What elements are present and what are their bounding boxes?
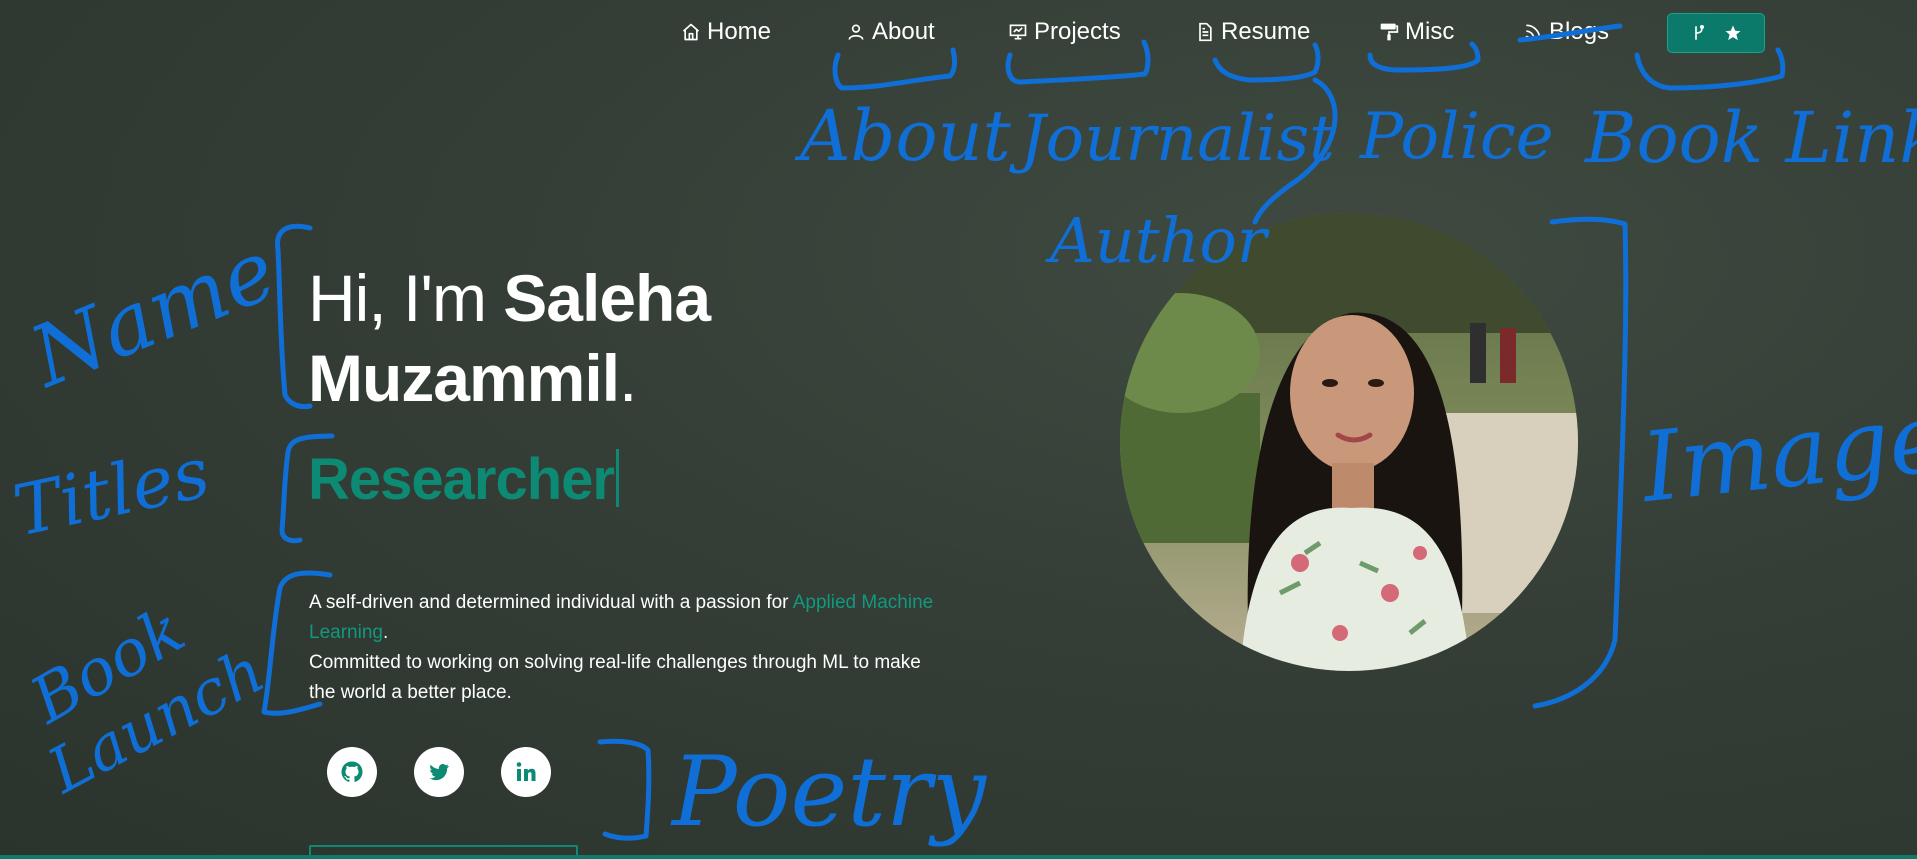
nav-misc-label: Misc [1405, 18, 1455, 45]
annotation-launch: Launch [35, 634, 276, 808]
handwritten-annotations: About Journalist Police Book Link Author… [7, 23, 1917, 848]
nav-resume-label: Resume [1221, 18, 1311, 45]
nav-resume[interactable]: Resume [1195, 16, 1310, 48]
annotation-about: About [794, 95, 1012, 177]
nav-blogs-label: Blogs [1549, 18, 1610, 45]
paint-roller-icon [1380, 23, 1399, 41]
bracket-book-link [1634, 47, 1786, 91]
hero-line-1: Hi, I'm Saleha [308, 258, 711, 338]
user-icon [848, 24, 864, 40]
bracket-about [832, 47, 958, 91]
nav-projects[interactable]: Projects [1008, 16, 1121, 48]
star-icon [1725, 25, 1741, 41]
bracket-poetry [597, 738, 652, 841]
bracket-name [274, 223, 313, 410]
top-navbar: Home About Projects Resume Misc Blogs [0, 10, 1917, 54]
annotation-name: Name [16, 220, 289, 406]
linkedin-icon [516, 762, 536, 781]
bracket-author-arrow [1252, 77, 1338, 225]
linkedin-link[interactable] [501, 747, 551, 797]
home-icon [682, 23, 700, 41]
bio-line2: Committed to working on solving real-lif… [309, 652, 921, 703]
nav-projects-label: Projects [1034, 18, 1121, 45]
github-star-button[interactable] [1667, 13, 1765, 53]
hero-period: . [619, 341, 637, 415]
typing-caret [616, 449, 619, 507]
profile-photo [1120, 213, 1578, 671]
nav-misc[interactable]: Misc [1379, 16, 1454, 48]
nav-blogs[interactable]: Blogs [1523, 16, 1609, 48]
twitter-icon [429, 764, 449, 781]
hero-heading: Hi, I'm Saleha Muzammil. [308, 258, 711, 418]
annotation-poetry: Poetry [670, 736, 988, 848]
annotation-police: Police [1359, 100, 1554, 174]
document-icon [1199, 22, 1212, 42]
role-text: Researcher [308, 447, 615, 512]
twitter-link[interactable] [414, 747, 464, 797]
bio-paragraph: A self-driven and determined individual … [309, 588, 949, 708]
hero-line-2: Muzammil. [308, 338, 710, 418]
nav-home-label: Home [707, 18, 772, 45]
annotation-image: Image [1635, 381, 1917, 524]
bottom-accent-bar [0, 855, 1917, 859]
github-icon [341, 761, 363, 782]
typewriter-role: Researcher [308, 446, 619, 513]
nav-about[interactable]: About [846, 16, 935, 48]
git-fork-icon [1695, 24, 1705, 40]
nav-about-label: About [872, 18, 935, 45]
hero-greeting: Hi, I'm [308, 261, 504, 335]
annotation-book: Book [18, 593, 197, 739]
annotation-book-link: Book Link [1583, 97, 1917, 179]
nav-home[interactable]: Home [681, 16, 771, 48]
bio-line1-prefix: A self-driven and determined individual … [309, 592, 793, 613]
github-link[interactable] [327, 747, 377, 797]
rss-icon [1525, 24, 1541, 40]
social-links [327, 747, 551, 797]
annotation-titles: Titles [7, 431, 217, 552]
annotation-journalist: Journalist [1009, 102, 1335, 176]
bio-line1-suffix: . [382, 622, 389, 643]
hero-last-name: Muzammil [308, 341, 620, 415]
presentation-icon [1009, 24, 1027, 40]
hero-first-name: Saleha [503, 261, 711, 335]
portrait-illustration [1120, 213, 1578, 671]
